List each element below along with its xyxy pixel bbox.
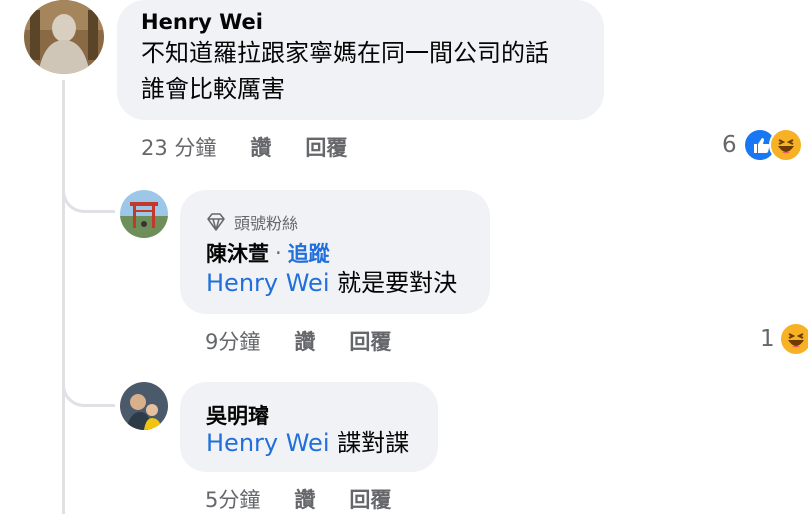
comment-text-line-2: 誰會比較厲害 (141, 75, 285, 103)
comment-timestamp[interactable]: 23 分鐘 (141, 132, 216, 162)
thread-line-vertical (62, 80, 65, 514)
reaction-count: 1 (760, 326, 775, 352)
reply-bubble: 吳明璿 Henry Wei 諜對諜 (180, 382, 438, 472)
reply-button[interactable]: 回覆 (305, 132, 347, 162)
reply-button[interactable]: 回覆 (349, 484, 391, 514)
comment-author[interactable]: Henry Wei (141, 10, 263, 34)
reaction-count: 6 (722, 132, 737, 158)
avatar-image (120, 382, 168, 430)
reply-button[interactable]: 回覆 (349, 326, 391, 356)
reply-actions: 5分鐘 讚 回覆 (205, 484, 391, 514)
avatar-image (120, 190, 168, 238)
reply-timestamp[interactable]: 9分鐘 (205, 326, 260, 356)
separator-dot: · (275, 241, 282, 265)
reaction-summary[interactable]: 1 (760, 322, 808, 356)
avatar[interactable] (120, 190, 168, 238)
top-fan-badge[interactable]: 頭號粉絲 (206, 210, 298, 234)
haha-icon (778, 322, 808, 356)
reaction-summary[interactable]: 6 (722, 128, 803, 162)
like-button[interactable]: 讚 (250, 132, 271, 162)
comment-bubble: Henry Wei 不知道羅拉跟家寧媽在同一間公司的話 誰會比較厲害 (117, 0, 604, 120)
follow-button[interactable]: 追蹤 (288, 238, 330, 268)
reply-actions: 9分鐘 讚 回覆 (205, 326, 391, 356)
badge-label: 頭號粉絲 (234, 214, 299, 233)
reply-timestamp[interactable]: 5分鐘 (205, 484, 260, 514)
reply-text-body: 諜對諜 (337, 429, 410, 457)
avatar[interactable] (24, 0, 104, 74)
reply-header: 陳沐萱 · 追蹤 (206, 238, 330, 268)
reply-text: Henry Wei 就是要對決 (206, 266, 457, 301)
avatar-image (24, 0, 104, 74)
avatar[interactable] (120, 382, 168, 430)
mention-link[interactable]: Henry Wei (206, 269, 329, 297)
mention-link[interactable]: Henry Wei (206, 429, 329, 457)
comment-text-line-1: 不知道羅拉跟家寧媽在同一間公司的話 (141, 39, 549, 67)
like-button[interactable]: 讚 (294, 326, 315, 356)
comment-actions: 23 分鐘 讚 回覆 (141, 132, 347, 162)
reply-author[interactable]: 陳沐萱 (206, 238, 269, 268)
reply-text-body: 就是要對決 (337, 269, 458, 297)
reply-text: Henry Wei 諜對諜 (206, 426, 409, 461)
thread-connector-reply-2 (62, 354, 115, 407)
reply-bubble: 頭號粉絲 陳沐萱 · 追蹤 Henry Wei 就是要對決 (180, 190, 490, 314)
thread-connector-reply-1 (62, 160, 115, 213)
haha-icon (768, 128, 803, 162)
like-button[interactable]: 讚 (294, 484, 315, 514)
diamond-icon (207, 213, 225, 231)
